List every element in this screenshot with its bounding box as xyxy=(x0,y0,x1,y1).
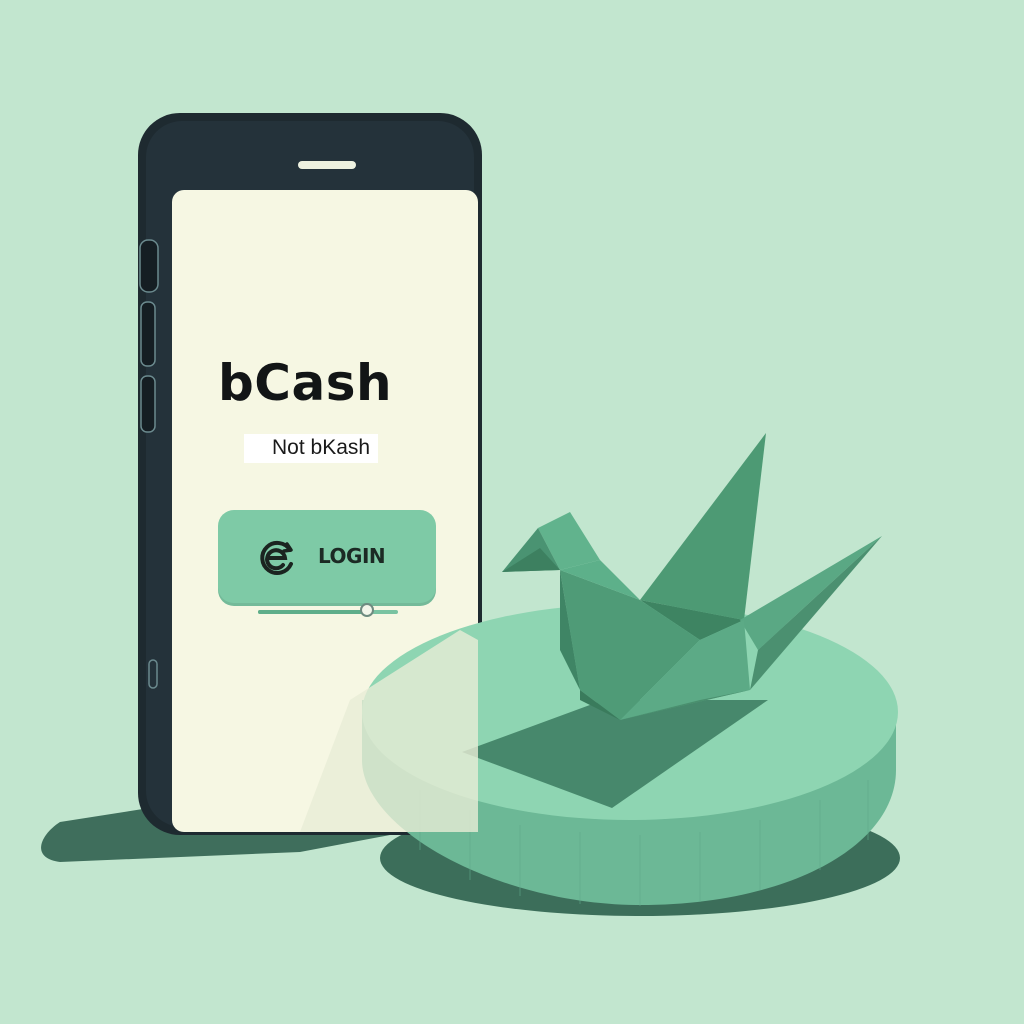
illustration xyxy=(41,113,900,916)
app-title: bCash xyxy=(218,354,393,412)
phone-screen: bCash Not bKash LOGIN xyxy=(172,190,478,832)
login-label: LOGIN xyxy=(318,544,386,568)
refresh-e-icon xyxy=(260,540,293,575)
progress-slider[interactable] xyxy=(258,603,398,617)
app-tagline: Not bKash xyxy=(244,434,379,464)
progress-fill xyxy=(258,610,368,614)
scene: bCash Not bKash LOGIN xyxy=(0,0,1024,1024)
speaker-grille xyxy=(298,161,356,169)
login-button[interactable]: LOGIN xyxy=(218,510,436,606)
progress-knob[interactable] xyxy=(360,603,375,617)
